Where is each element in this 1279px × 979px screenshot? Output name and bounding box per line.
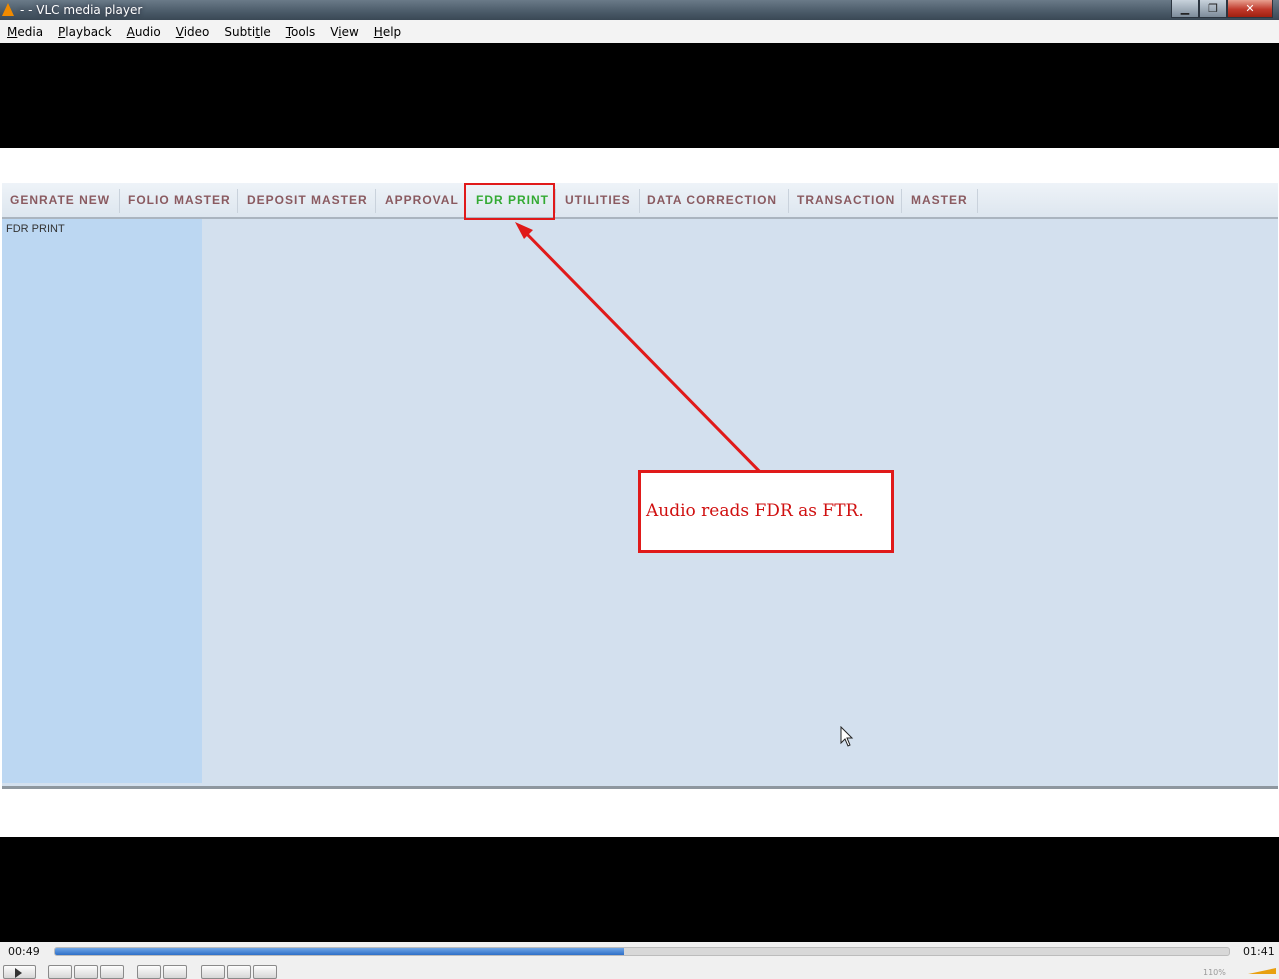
loop-button[interactable] bbox=[227, 965, 251, 979]
menu-item-7[interactable]: Help bbox=[367, 25, 409, 39]
menu-item-5[interactable]: Tools bbox=[279, 25, 324, 39]
window-title: - - VLC media player bbox=[20, 3, 143, 17]
annotation-callout: Audio reads FDR as FTR. bbox=[638, 470, 894, 553]
menu-item-6[interactable]: View bbox=[323, 25, 367, 39]
next-button[interactable] bbox=[100, 965, 124, 979]
mouse-cursor-icon bbox=[840, 726, 854, 747]
minimize-button[interactable]: ▁ bbox=[1171, 0, 1199, 18]
volume-percent: 110% bbox=[1203, 968, 1226, 977]
shuffle-button[interactable] bbox=[253, 965, 277, 979]
window-controls: ▁ ❐ ✕ bbox=[1171, 0, 1273, 18]
menu-item-label: ools bbox=[291, 24, 316, 39]
video-frame: GENRATE NEW FOLIO MASTER DEPOSIT MASTER APP… bbox=[0, 148, 1279, 837]
seek-bar[interactable] bbox=[54, 947, 1230, 956]
menu-item-label: elp bbox=[382, 24, 402, 39]
total-time: 01:41 bbox=[1243, 945, 1275, 958]
menu-item-label: edia bbox=[17, 24, 44, 39]
playlist-button[interactable] bbox=[201, 965, 225, 979]
menu-bar: Media Playback Audio Video Subtitle Tools View… bbox=[0, 20, 1279, 44]
menu-item-label: ew bbox=[341, 24, 359, 39]
playback-controls: 00:49 01:41 110% bbox=[0, 942, 1279, 979]
menu-item-4[interactable]: Subtitle bbox=[217, 25, 278, 39]
title-bar: - - VLC media player ▁ ❐ ✕ bbox=[0, 0, 1279, 20]
close-icon: ✕ bbox=[1245, 2, 1255, 15]
volume-slider[interactable] bbox=[1248, 968, 1276, 974]
stop-button[interactable] bbox=[74, 965, 98, 979]
seek-bar-fill bbox=[55, 948, 625, 955]
menu-item-1[interactable]: Playback bbox=[51, 25, 120, 39]
menu-item-label: ideo bbox=[183, 24, 210, 39]
elapsed-time: 00:49 bbox=[8, 945, 40, 958]
vlc-cone-icon bbox=[2, 3, 14, 16]
menu-item-label: udio bbox=[134, 24, 161, 39]
minimize-icon: ▁ bbox=[1180, 2, 1190, 15]
restore-icon: ❐ bbox=[1208, 2, 1218, 15]
menu-item-accelerator: A bbox=[126, 24, 135, 39]
video-area[interactable]: GENRATE NEW FOLIO MASTER DEPOSIT MASTER APP… bbox=[0, 43, 1279, 942]
annotation-arrow-line bbox=[521, 228, 768, 480]
extended-settings-button[interactable] bbox=[163, 965, 187, 979]
menu-item-prefix: Subti bbox=[224, 24, 256, 39]
menu-item-accelerator: V bbox=[175, 24, 184, 39]
menu-item-2[interactable]: Audio bbox=[120, 25, 169, 39]
maximize-button[interactable]: ❐ bbox=[1199, 0, 1227, 18]
menu-item-accelerator: M bbox=[7, 24, 18, 39]
menu-item-3[interactable]: Video bbox=[169, 25, 218, 39]
menu-item-label: le bbox=[259, 24, 271, 39]
play-button[interactable] bbox=[3, 965, 36, 979]
menu-item-0[interactable]: Media bbox=[0, 25, 51, 39]
menu-item-label: layback bbox=[65, 24, 112, 39]
fullscreen-button[interactable] bbox=[137, 965, 161, 979]
play-icon bbox=[15, 968, 22, 978]
annotation-text: Audio reads FDR as FTR. bbox=[646, 501, 864, 521]
previous-button[interactable] bbox=[48, 965, 72, 979]
close-button[interactable]: ✕ bbox=[1227, 0, 1273, 18]
menu-item-accelerator: H bbox=[373, 24, 383, 39]
